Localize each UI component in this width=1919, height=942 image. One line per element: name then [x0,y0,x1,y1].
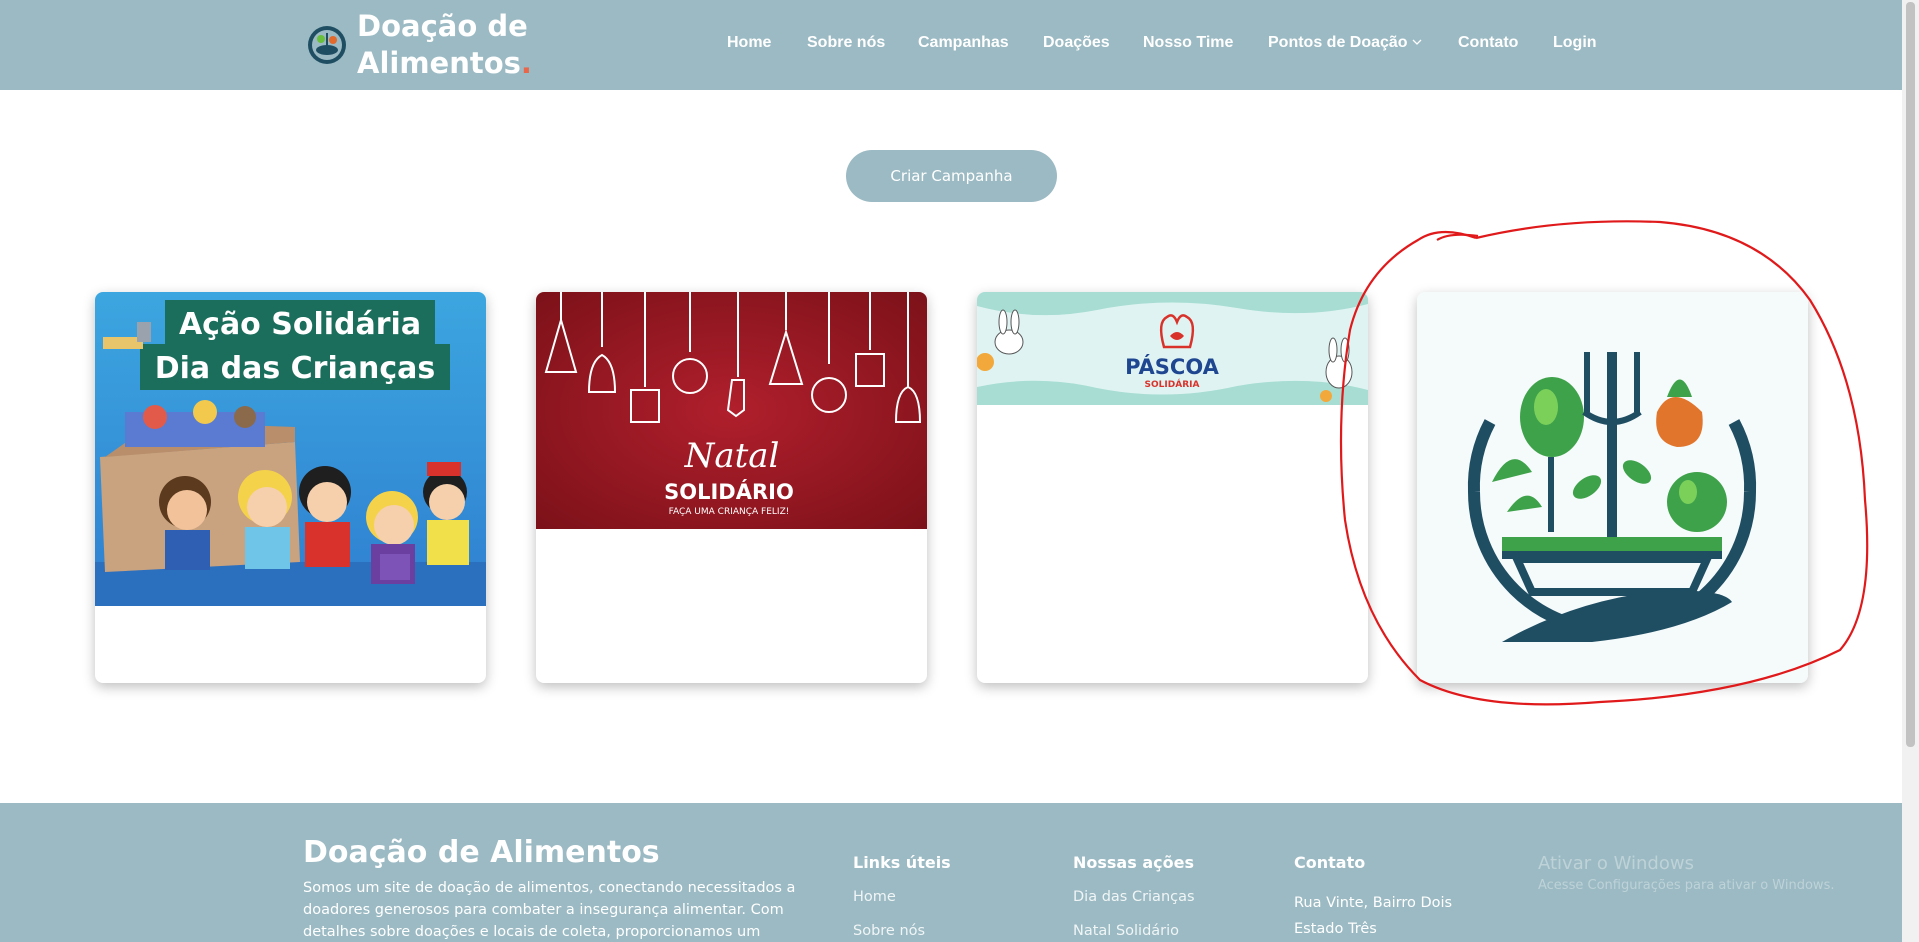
site-logo-text[interactable]: Doação de Alimentos. [357,8,532,82]
footer-contact-title: Contato [1294,853,1366,872]
footer-contact-address: Rua Vinte, Bairro Dois [1294,895,1453,911]
card2-title: SOLIDÁRIO [664,479,794,504]
logo-line-2: Alimentos [357,46,521,80]
card3-subtitle: SOLIDÁRIA [1145,378,1200,390]
watermark-line2: Acesse Configurações para ativar o Windo… [1538,878,1835,893]
footer-description: Somos um site de doação de alimentos, co… [303,880,796,940]
campaign-card-dia-das-criancas[interactable]: Ação Solidária Dia das Crianças [95,292,486,683]
logo-dot: . [520,46,532,80]
campaign-image-dia-das-criancas: Ação Solidária Dia das Crianças [95,292,486,606]
footer-actions-title: Nossas ações [1073,853,1194,872]
nav-doacoes[interactable]: Doações [1043,34,1110,52]
nav-sobre-nos[interactable]: Sobre nós [807,34,885,52]
campaign-image-pascoa-solidaria: PÁSCOA SOLIDÁRIA [977,292,1368,405]
footer-action-dia-das-criancas[interactable]: Dia das Crianças [1073,889,1195,905]
card2-script: Natal [684,436,780,476]
card1-banner-line2: Dia das Crianças [155,351,435,386]
footer-contact-state: Estado Três [1294,921,1377,937]
windows-activation-watermark: Ativar o Windows Acesse Configurações pa… [1538,853,1834,893]
create-campaign-button[interactable]: Criar Campanha [846,150,1057,202]
logo-icon[interactable] [306,24,348,66]
chevron-down-icon [1412,39,1422,46]
footer-links-title: Links úteis [853,853,951,872]
card1-banner-line1: Ação Solidária [179,307,421,342]
footer-title: Doação de Alimentos [303,835,660,870]
watermark-line1: Ativar o Windows [1538,853,1694,874]
logo-line-1: Doação de [357,9,528,43]
nav-campanhas[interactable]: Campanhas [918,34,1009,52]
nav-contato[interactable]: Contato [1458,34,1518,52]
site-footer: Doação de Alimentos Somos um site de doa… [0,803,1902,942]
nav-nosso-time[interactable]: Nosso Time [1143,34,1233,52]
nav-pontos-label: Pontos de Doação [1268,34,1408,51]
campaign-card-pascoa-solidaria[interactable]: PÁSCOA SOLIDÁRIA [977,292,1368,683]
campaign-card-natal-solidario[interactable]: Natal SOLIDÁRIO FAÇA UMA CRIANÇA FELIZ! [536,292,927,683]
footer-action-natal-solidario[interactable]: Natal Solidário [1073,923,1179,939]
footer-link-sobre-nos[interactable]: Sobre nós [853,923,925,939]
nav-pontos-de-doacao[interactable]: Pontos de Doação [1268,34,1422,52]
card2-subtitle: FAÇA UMA CRIANÇA FELIZ! [669,507,790,517]
food-donation-logo-icon [1417,292,1808,683]
site-header: Doação de Alimentos. Home Sobre nós Camp… [0,0,1902,90]
campaign-card-food-logo[interactable] [1417,292,1808,683]
nav-login[interactable]: Login [1553,34,1597,52]
nav-home[interactable]: Home [727,34,771,52]
page-scrollbar[interactable] [1902,0,1919,942]
footer-link-home[interactable]: Home [853,889,896,905]
scrollbar-thumb[interactable] [1906,2,1915,747]
campaign-image-natal-solidario: Natal SOLIDÁRIO FAÇA UMA CRIANÇA FELIZ! [536,292,927,529]
card3-title: PÁSCOA [1125,354,1220,379]
